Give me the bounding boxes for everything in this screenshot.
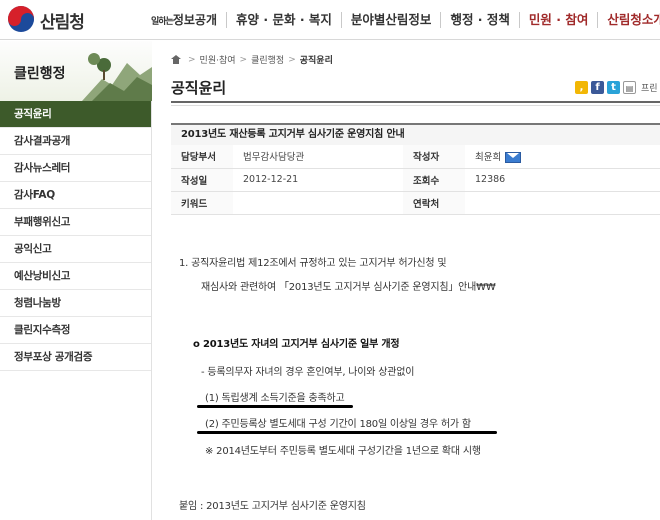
- breadcrumb-separator: >: [239, 54, 248, 65]
- twitter-icon[interactable]: t: [607, 81, 620, 94]
- breadcrumb: > 민원·참여 > 클린행정 > 공직윤리: [171, 53, 333, 66]
- body-paragraph-1: 1. 공직자윤리법 제12조에서 규정하고 있는 고지거부 허가신청 및: [179, 258, 447, 269]
- meta-label-views: 조회수: [403, 168, 465, 192]
- share-tools: , f t ▤ 프린: [575, 81, 658, 94]
- breadcrumb-separator: >: [188, 54, 196, 65]
- logo-text: 산림청: [40, 13, 85, 33]
- government-emblem-icon: [8, 6, 34, 32]
- meta-row: 작성일 2012-12-21 조회수 12386: [171, 168, 660, 192]
- nav-item-label: 정보공개: [172, 13, 218, 27]
- print-label[interactable]: 프린: [641, 81, 658, 94]
- highlight-underline-2: [197, 431, 497, 434]
- nav-item-prefix: 일하는: [151, 17, 174, 27]
- meta-value-author: 최윤희: [475, 152, 502, 164]
- breadcrumb-item-current: 공직윤리: [299, 56, 333, 66]
- sidebar-menu: 공직윤리 감사결과공개 감사뉴스레터 감사FAQ 부패행위신고 공익신고 예산낭…: [0, 101, 151, 371]
- nav-item-forest-info[interactable]: 분야별산림정보: [340, 12, 441, 28]
- meta-value-dept: 법무감사담당관: [233, 145, 403, 169]
- meta-value-contact: [465, 191, 660, 215]
- facebook-icon[interactable]: f: [591, 81, 604, 94]
- body-section-heading: o 2013년도 자녀의 고지거부 심사기준 일부 개정: [193, 339, 400, 350]
- nav-item-info-disclosure[interactable]: 일하는정보공개: [142, 12, 226, 28]
- breadcrumb-separator: >: [288, 54, 296, 65]
- global-nav: 일하는정보공개 휴양 · 문화 · 복지 분야별산림정보 행정 · 정책 민원 …: [142, 0, 660, 40]
- article-meta-table: 담당부서 법무감사담당관 작성자 최윤희 작성일 2012-12-21 조회수 …: [171, 145, 660, 215]
- body-bullet: - 등록의무자 자녀의 경우 혼인여부, 나이와 상관없이: [201, 367, 415, 378]
- meta-value-author-cell: 최윤희: [465, 145, 660, 169]
- home-icon[interactable]: [171, 55, 181, 64]
- body-item-1: (1) 독립생계 소득기준을 충족하고: [205, 393, 345, 404]
- top-header: 산림청 일하는정보공개 휴양 · 문화 · 복지 분야별산림정보 행정 · 정책…: [0, 0, 660, 40]
- meta-value-views: 12386: [465, 168, 660, 192]
- sidebar-banner: 클린행정: [0, 41, 152, 101]
- title-divider-light: [171, 105, 660, 106]
- meta-value-date: 2012-12-21: [233, 168, 403, 192]
- sidebar-item-clean-index[interactable]: 클린지수측정: [0, 317, 151, 344]
- body-item-2: (2) 주민등록상 별도세대 구성 기간이 180일 이상일 경우 허가 함: [205, 419, 471, 430]
- meta-label-date: 작성일: [171, 168, 233, 192]
- main-content: > 민원·참여 > 클린행정 > 공직윤리 공직윤리 , f t ▤ 프린 20…: [171, 41, 660, 520]
- sidebar-item-audit-results[interactable]: 감사결과공개: [0, 128, 151, 155]
- breadcrumb-item-civil[interactable]: 민원·참여: [200, 53, 236, 66]
- nav-item-recreation[interactable]: 휴양 · 문화 · 복지: [226, 12, 341, 28]
- meta-label-keyword: 키워드: [171, 191, 233, 215]
- highlight-underline-1: [197, 405, 353, 408]
- sidebar-item-corruption-report[interactable]: 부패행위신고: [0, 209, 151, 236]
- mountain-illustration-icon: [82, 53, 152, 101]
- site-logo[interactable]: 산림청: [8, 6, 128, 34]
- sidebar-item-public-ethics[interactable]: 공직윤리: [0, 101, 151, 128]
- sidebar-item-audit-faq[interactable]: 감사FAQ: [0, 182, 151, 209]
- kakaostory-icon[interactable]: ,: [575, 81, 588, 94]
- meta-label-author: 작성자: [403, 145, 465, 169]
- meta-label-dept: 담당부서: [171, 145, 233, 169]
- sidebar-item-budget-waste-report[interactable]: 예산낭비신고: [0, 263, 151, 290]
- nav-item-civil-service[interactable]: 민원 · 참여: [518, 12, 597, 28]
- title-divider: [171, 101, 660, 103]
- body-attachment[interactable]: 붙임 : 2013년도 고지거부 심사기준 운영지침: [179, 497, 366, 512]
- sidebar-item-public-interest-report[interactable]: 공익신고: [0, 236, 151, 263]
- print-icon[interactable]: ▤: [623, 81, 636, 94]
- meta-row: 키워드 연락처: [171, 191, 660, 215]
- body-paragraph-1b: 재심사와 관련하여 「2013년도 고지거부 심사기준 운영지침」안내₩₩: [201, 282, 496, 293]
- sidebar-item-award-verification[interactable]: 정부포상 공개검증: [0, 344, 151, 371]
- meta-value-keyword: [233, 191, 403, 215]
- page-title: 공직윤리: [171, 79, 227, 97]
- sidebar: 클린행정 공직윤리 감사결과공개 감사뉴스레터 감사FAQ 부패행위신고 공익신…: [0, 41, 152, 520]
- meta-label-contact: 연락처: [403, 191, 465, 215]
- article-title: 2013년도 재산등록 고지거부 심사기준 운영지침 안내: [171, 123, 660, 145]
- body-note: ※ 2014년도부터 주민등록 별도세대 구성기간을 1년으로 확대 시행: [205, 446, 481, 457]
- email-icon[interactable]: [505, 152, 522, 164]
- nav-item-about[interactable]: 산림청소개: [597, 12, 660, 28]
- sidebar-item-audit-newsletter[interactable]: 감사뉴스레터: [0, 155, 151, 182]
- breadcrumb-item-clean[interactable]: 클린행정: [251, 53, 284, 66]
- sidebar-title: 클린행정: [14, 66, 66, 82]
- sidebar-item-integrity-sharing[interactable]: 청렴나눔방: [0, 290, 151, 317]
- meta-row: 담당부서 법무감사담당관 작성자 최윤희: [171, 145, 660, 169]
- nav-item-policy[interactable]: 행정 · 정책: [440, 12, 518, 28]
